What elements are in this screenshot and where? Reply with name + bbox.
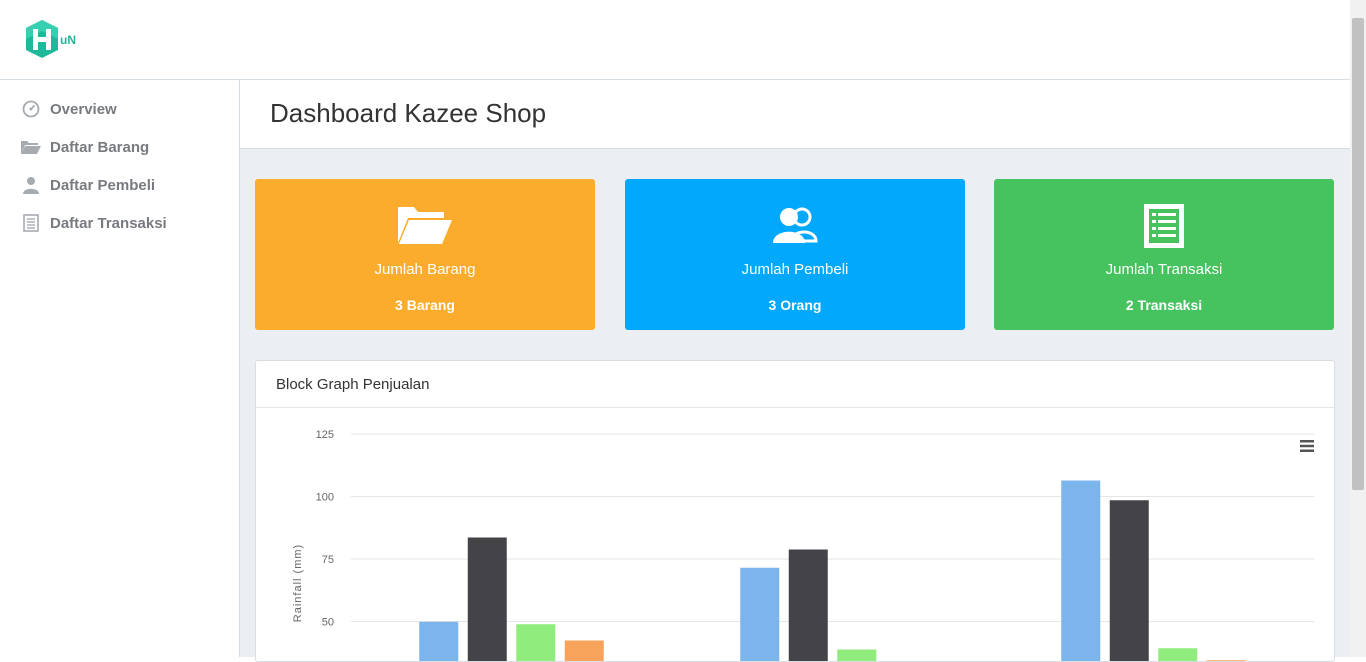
page-scrollbar[interactable] (1350, 0, 1366, 657)
chart-panel: Block Graph Penjualan 50 75 100 125 Rainfall… (255, 360, 1335, 662)
stat-card-value: 3 Barang (395, 297, 455, 313)
stat-card-title: Jumlah Pembeli (741, 261, 849, 278)
y-tick-label: 125 (316, 429, 334, 441)
sidebar-item-daftar-transaksi[interactable]: Daftar Transaksi (20, 211, 230, 235)
sidebar-item-daftar-pembeli[interactable]: Daftar Pembeli (20, 173, 230, 197)
logo-hexagon-icon: uN (26, 20, 76, 58)
stat-card-title: Jumlah Transaksi (1105, 261, 1223, 278)
scrollbar-thumb[interactable] (1352, 18, 1364, 490)
user-icon (20, 176, 42, 194)
list-document-icon (20, 214, 42, 232)
brand-logo[interactable]: uN (24, 18, 84, 62)
y-tick-label: 75 (322, 554, 334, 566)
chart-bar[interactable] (1109, 500, 1149, 661)
chart-panel-header: Block Graph Penjualan (256, 361, 1334, 408)
stat-card-title: Jumlah Barang (374, 261, 476, 278)
page-title: Dashboard Kazee Shop (270, 98, 547, 128)
chart-bar[interactable] (837, 649, 877, 662)
chart-bar[interactable] (740, 567, 780, 661)
sidebar: Overview Daftar Barang Daftar Pembeli Da… (0, 80, 240, 657)
users-icon (625, 203, 965, 249)
stat-card-value: 3 Orang (768, 297, 822, 313)
sidebar-item-daftar-barang[interactable]: Daftar Barang (20, 135, 230, 159)
chart-bar[interactable] (564, 640, 604, 662)
chart-bar[interactable] (516, 624, 556, 661)
folder-open-icon (255, 203, 595, 249)
chart-bar[interactable] (1158, 648, 1198, 661)
sidebar-item-overview[interactable]: Overview (20, 97, 230, 121)
sidebar-item-label: Daftar Transaksi (50, 214, 167, 232)
chart-bar[interactable] (467, 537, 507, 662)
y-tick-label: 100 (316, 492, 334, 504)
sidebar-item-label: Daftar Pembeli (50, 176, 156, 194)
page-header: Dashboard Kazee Shop (240, 80, 1350, 149)
bar-chart: 50 75 100 125 Rainfall (mm) (292, 429, 1314, 662)
folder-open-icon (20, 138, 42, 156)
list-document-icon (994, 203, 1334, 249)
stat-card-jumlah-barang[interactable]: Jumlah Barang 3 Barang (255, 179, 595, 330)
stat-card-jumlah-pembeli[interactable]: Jumlah Pembeli 3 Orang (625, 179, 965, 330)
chart-bar[interactable] (419, 621, 459, 661)
sidebar-item-label: Daftar Barang (50, 138, 150, 156)
stat-card-value: 2 Transaksi (1125, 297, 1203, 313)
sidebar-item-label: Overview (50, 100, 117, 118)
dashboard-gauge-icon (20, 100, 42, 118)
y-axis-title: Rainfall (mm) (292, 544, 304, 622)
logo-text: uN (60, 33, 76, 47)
chart-panel-title: Block Graph Penjualan (276, 376, 430, 393)
chart-context-menu-icon[interactable] (1300, 439, 1314, 458)
chart-bar[interactable] (1061, 480, 1101, 662)
chart-bar[interactable] (1206, 660, 1246, 661)
stat-card-jumlah-transaksi[interactable]: Jumlah Transaksi 2 Transaksi (994, 179, 1334, 330)
chart-bar[interactable] (788, 549, 828, 662)
top-header: uN (0, 0, 1350, 80)
main-content: Dashboard Kazee Shop Jumlah Barang 3 Bar… (240, 80, 1350, 662)
y-tick-label: 50 (322, 617, 334, 629)
